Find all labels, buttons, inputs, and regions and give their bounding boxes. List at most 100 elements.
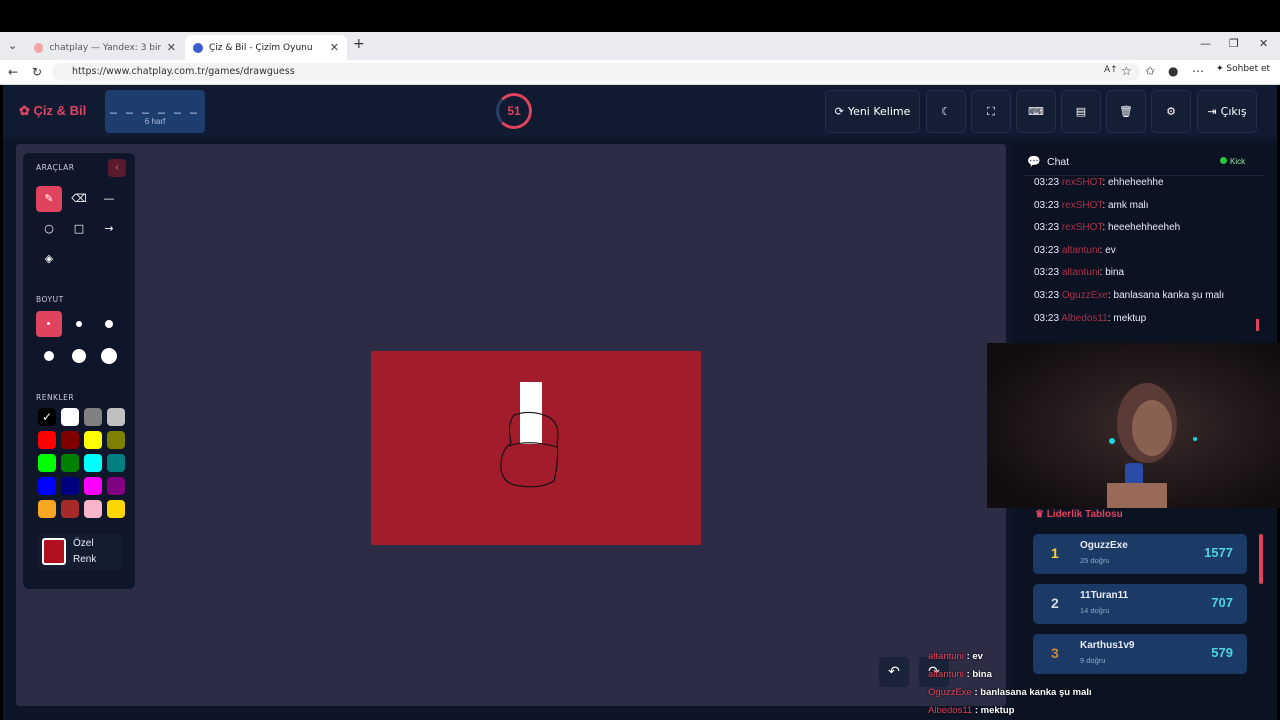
- undo-button[interactable]: ↶: [879, 657, 909, 687]
- keyboard-button[interactable]: ⌨: [1016, 90, 1056, 133]
- overlay-chat-line: OguzzExe : banlasana kanka şu malı: [928, 684, 1280, 702]
- chat-user[interactable]: rexSHOT: [1062, 222, 1103, 233]
- new-word-button[interactable]: ⟳ Yeni Kelime: [825, 90, 920, 133]
- archive-button[interactable]: ▤: [1061, 90, 1101, 133]
- leaderboard-row: 2 11Turan11 14 doğru 707: [1033, 584, 1247, 624]
- leaderboard-scrollbar[interactable]: [1259, 534, 1263, 584]
- close-window-icon[interactable]: ✕: [1259, 37, 1268, 50]
- dark-mode-button[interactable]: ☾: [926, 90, 966, 133]
- profile-icon[interactable]: ●: [1168, 64, 1178, 78]
- chatplay-favicon-icon: [193, 42, 203, 53]
- read-aloud-icon[interactable]: A↑: [1104, 65, 1118, 75]
- leaderboard-title: ♛ Liderlik Tablosu: [1035, 509, 1123, 520]
- size-3-button[interactable]: [96, 311, 122, 337]
- new-tab-icon[interactable]: +: [353, 36, 365, 52]
- chat-message: 03:23 rexSHOT: amk malı: [1034, 199, 1149, 211]
- minimize-icon[interactable]: —: [1200, 37, 1211, 50]
- url-field[interactable]: https://www.chatplay.com.tr/games/drawgu…: [52, 63, 1140, 81]
- overlay-user: altantuni: [928, 669, 964, 680]
- circle-tool[interactable]: ○: [36, 216, 62, 242]
- chat-time: 03:23: [1034, 199, 1060, 211]
- color-swatch[interactable]: [84, 500, 102, 518]
- overlay-chat-line: altantuni : ev: [928, 648, 1280, 666]
- chat-user[interactable]: altantuni: [1062, 267, 1100, 278]
- sketch: [500, 382, 559, 488]
- line-tool[interactable]: —: [96, 186, 122, 212]
- color-swatch[interactable]: [61, 454, 79, 472]
- color-swatch[interactable]: [107, 477, 125, 495]
- palette-icon: ✿: [19, 103, 30, 118]
- favorites-icon[interactable]: ✩: [1145, 64, 1155, 78]
- color-swatch[interactable]: [61, 500, 79, 518]
- drawing-canvas[interactable]: [371, 351, 701, 545]
- fill-tool[interactable]: ◈: [36, 246, 62, 272]
- fullscreen-button[interactable]: ⛶: [971, 90, 1011, 133]
- gear-icon: ⚙: [1166, 105, 1176, 118]
- color-swatch[interactable]: [84, 431, 102, 449]
- brush-tool[interactable]: ✎: [36, 186, 62, 212]
- webcam-image: [987, 343, 1280, 508]
- chat-time: 03:23: [1034, 312, 1060, 324]
- color-swatch[interactable]: [107, 454, 125, 472]
- size-1-button[interactable]: [36, 311, 62, 337]
- color-swatch[interactable]: [84, 408, 102, 426]
- color-swatch[interactable]: ✓: [38, 408, 56, 426]
- color-swatch[interactable]: [38, 454, 56, 472]
- close-tab-icon[interactable]: ✕: [167, 41, 176, 54]
- color-swatch[interactable]: [107, 431, 125, 449]
- size-dot: [72, 349, 86, 363]
- chat-user[interactable]: OguzzExe: [1062, 290, 1108, 301]
- chat-user[interactable]: altantuni: [1062, 245, 1100, 256]
- eraser-tool[interactable]: ⌫: [66, 186, 92, 212]
- color-swatch[interactable]: [38, 477, 56, 495]
- chat-user[interactable]: rexSHOT: [1062, 200, 1103, 211]
- close-tab-icon[interactable]: ✕: [330, 41, 339, 54]
- yandex-favicon-icon: [34, 42, 44, 53]
- refresh-icon[interactable]: ↻: [32, 65, 42, 79]
- tools-title: ARAÇLAR: [36, 163, 75, 172]
- tab-title: Çiz & Bil - Çizim Oyunu: [209, 42, 313, 53]
- exit-button[interactable]: ⇥ Çıkış: [1197, 90, 1257, 133]
- size-2-button[interactable]: [66, 311, 92, 337]
- overlay-user: OguzzExe: [928, 687, 972, 698]
- color-swatch[interactable]: [61, 408, 79, 426]
- favorite-star-icon[interactable]: ☆: [1121, 64, 1132, 78]
- chat-user[interactable]: rexSHOT: [1062, 177, 1103, 188]
- custom-color-button[interactable]: Özel Renk: [38, 534, 122, 570]
- selected-check-icon: ✓: [41, 410, 53, 424]
- overlay-text: : mektup: [974, 705, 1015, 716]
- color-swatch[interactable]: [61, 431, 79, 449]
- chat-scrollbar[interactable]: [1256, 319, 1259, 331]
- player-name: 11Turan11: [1080, 590, 1129, 601]
- size-4-button[interactable]: [36, 343, 62, 369]
- tab-yandex[interactable]: chatplay — Yandex: 3 bin sonuç bu ✕: [26, 35, 184, 60]
- arrow-right-icon: →: [104, 222, 114, 235]
- rectangle-tool[interactable]: □: [66, 216, 92, 242]
- overlay-text: : bina: [966, 669, 992, 680]
- collapse-panel-button[interactable]: ‹: [108, 159, 126, 177]
- size-6-button[interactable]: [96, 343, 122, 369]
- color-swatch[interactable]: [107, 408, 125, 426]
- tab-list-icon[interactable]: ⌄: [8, 39, 17, 52]
- chat-user[interactable]: Albedos11: [1061, 313, 1108, 324]
- size-5-button[interactable]: [66, 343, 92, 369]
- color-swatch[interactable]: [38, 431, 56, 449]
- chat-message: 03:23 OguzzExe: banlasana kanka şu malı: [1034, 289, 1225, 301]
- eraser-icon: ⌫: [71, 192, 87, 205]
- copilot-button[interactable]: ✦ Sohbet et: [1216, 64, 1270, 74]
- back-icon[interactable]: ←: [8, 65, 18, 79]
- tab-ciz-bil[interactable]: Çiz & Bil - Çizim Oyunu ✕: [185, 35, 347, 60]
- color-swatch[interactable]: [38, 500, 56, 518]
- address-bar: ← ↻ https://www.chatplay.com.tr/games/dr…: [0, 60, 1280, 85]
- maximize-icon[interactable]: ❐: [1229, 37, 1239, 50]
- settings-button[interactable]: ⚙: [1151, 90, 1191, 133]
- logo[interactable]: ✿ Çiz & Bil: [19, 103, 86, 119]
- more-icon[interactable]: ⋯: [1192, 64, 1204, 78]
- delete-button[interactable]: 🗑: [1106, 90, 1146, 133]
- color-swatch[interactable]: [84, 477, 102, 495]
- arrow-tool[interactable]: →: [96, 216, 122, 242]
- player-name: OguzzExe: [1080, 540, 1128, 551]
- color-swatch[interactable]: [84, 454, 102, 472]
- color-swatch[interactable]: [107, 500, 125, 518]
- color-swatch[interactable]: [61, 477, 79, 495]
